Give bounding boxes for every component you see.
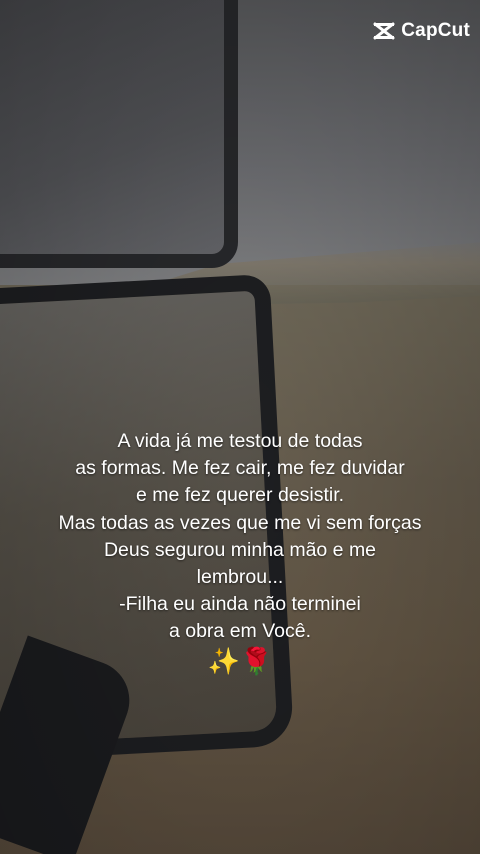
caption-line: -Filha eu ainda não terminei: [119, 593, 361, 616]
capcut-watermark: CapCut: [373, 20, 470, 42]
video-background: [0, 0, 480, 854]
caption-line: Deus segurou minha mão e me: [103, 538, 377, 561]
capcut-logo-icon: [373, 22, 395, 40]
caption-line: A vida já me testou de todas: [117, 430, 363, 452]
caption-line: as formas. Me fez cair, me fez duvidar: [75, 457, 405, 480]
sparkles-rose-emoji: ✨🌹: [207, 646, 273, 676]
vignette: [0, 0, 480, 854]
caption-line: lembrou...: [196, 566, 284, 589]
caption-line: e me fez querer desistir.: [135, 484, 345, 507]
caption-line: Mas todas as vezes que me vi sem forças: [58, 511, 422, 534]
caption-line: a obra em Você.: [168, 620, 311, 643]
overlay-caption: A vida já me testou de todas as formas. …: [40, 428, 440, 646]
capcut-wordmark: CapCut: [401, 20, 470, 41]
